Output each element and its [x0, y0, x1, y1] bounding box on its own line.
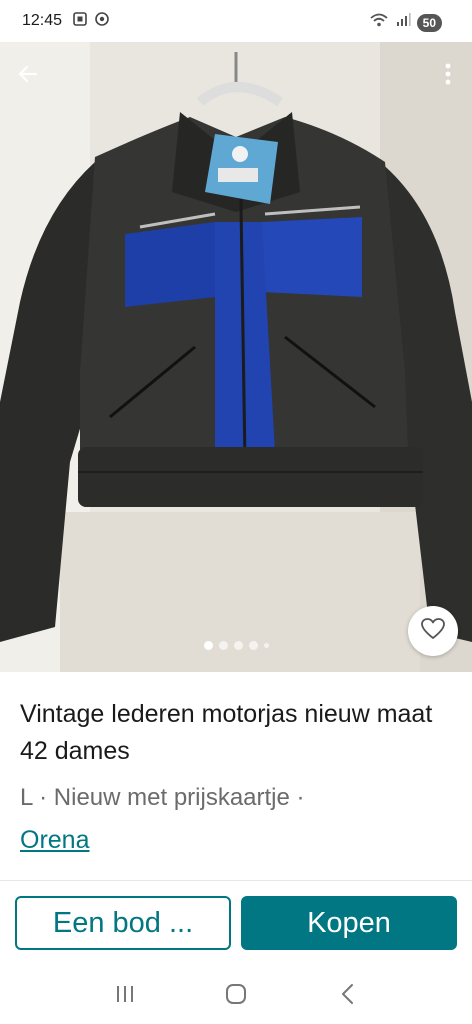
system-nav-bar	[0, 968, 472, 1024]
back-icon	[340, 983, 354, 1010]
signal-icon	[395, 12, 411, 33]
screenshot-icon	[72, 11, 88, 32]
make-offer-button[interactable]: Een bod ...	[15, 896, 231, 950]
carousel-dot	[219, 641, 228, 650]
home-icon	[225, 983, 247, 1010]
divider	[0, 880, 472, 881]
carousel-indicator	[204, 641, 269, 650]
favorite-button[interactable]	[408, 606, 458, 656]
status-time: 12:45	[22, 12, 63, 29]
carousel-dot	[249, 641, 258, 650]
vpn-icon	[94, 11, 110, 32]
seller-link[interactable]: Orena	[20, 823, 89, 857]
carousel-dot	[234, 641, 243, 650]
wifi-icon	[369, 12, 389, 33]
arrow-left-icon	[16, 62, 40, 91]
battery-indicator: 50	[416, 13, 442, 32]
recent-apps-icon	[114, 984, 136, 1009]
back-button[interactable]	[12, 60, 44, 92]
carousel-dot	[264, 643, 269, 648]
recent-apps-button[interactable]	[105, 976, 145, 1016]
system-back-button[interactable]	[327, 976, 367, 1016]
more-options-button[interactable]	[436, 60, 460, 92]
listing-photo[interactable]	[0, 42, 472, 672]
more-vertical-icon	[445, 62, 451, 91]
home-button[interactable]	[216, 976, 256, 1016]
listing-title: Vintage lederen motorjas nieuw maat 42 d…	[20, 700, 433, 765]
buy-button[interactable]: Kopen	[241, 896, 457, 950]
status-bar: 12:45 50	[0, 0, 472, 42]
jacket-image	[0, 42, 472, 672]
carousel-dot	[204, 641, 213, 650]
heart-icon	[420, 617, 446, 646]
listing-meta: L · Nieuw met prijskaartje ·	[20, 784, 305, 811]
